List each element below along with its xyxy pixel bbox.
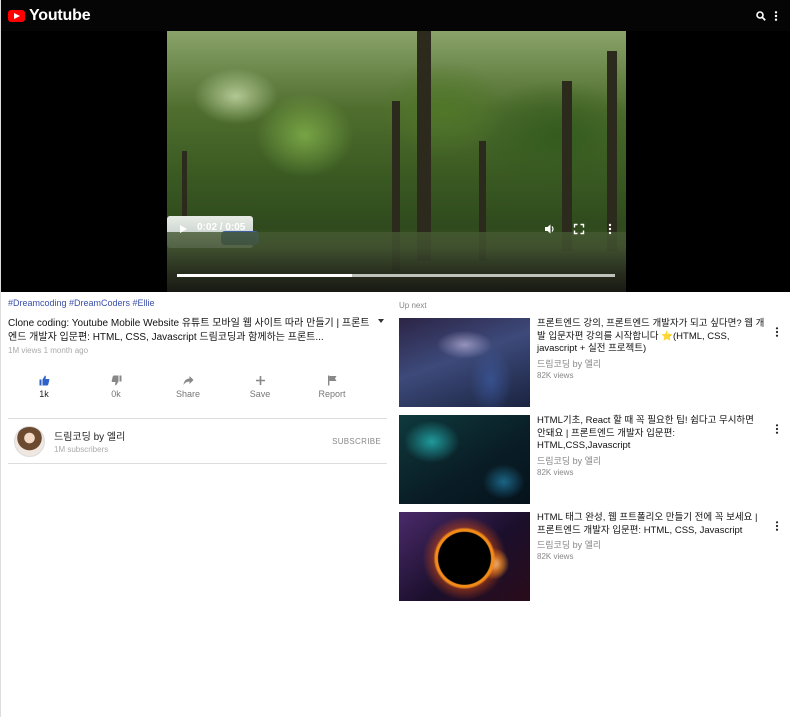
report-button[interactable]: Report: [296, 375, 368, 407]
more-vert-icon[interactable]: [771, 10, 781, 22]
avatar[interactable]: [14, 425, 45, 457]
action-bar: 1k 0k Share Save Report: [8, 375, 387, 407]
thumb-down-icon: [111, 375, 121, 386]
video-info: #Dreamcoding #DreamCoders #Ellie Clone c…: [8, 298, 387, 464]
video-thumbnail[interactable]: [399, 512, 530, 601]
hashtags[interactable]: #Dreamcoding #DreamCoders #Ellie: [8, 298, 387, 308]
video-thumbnail[interactable]: [399, 318, 530, 407]
item-title[interactable]: HTML 태그 완성, 웹 프트폴리오 만들기 전에 꼭 보세요 | 프론트엔드…: [537, 512, 765, 537]
fullscreen-icon[interactable]: [573, 222, 585, 235]
item-text: HTML 태그 완성, 웹 프트폴리오 만들기 전에 꼭 보세요 | 프론트엔드…: [537, 512, 765, 601]
item-title[interactable]: 프론트엔드 강의, 프론트엔드 개발자가 되고 싶다면? 웹 개발 입문자편 강…: [537, 318, 765, 356]
share-icon: [183, 376, 193, 385]
list-item[interactable]: 프론트엔드 강의, 프론트엔드 개발자가 되고 싶다면? 웹 개발 입문자편 강…: [399, 318, 784, 407]
channel-subscribers: 1M subscribers: [54, 445, 109, 454]
plus-icon: [255, 376, 265, 385]
progress-bar[interactable]: [177, 274, 615, 277]
progress-fill: [177, 274, 353, 277]
chevron-down-icon[interactable]: [378, 319, 384, 323]
video-meta: 1M views 1 month ago: [8, 346, 89, 355]
item-channel: 드림코딩 by 엘리: [537, 455, 602, 466]
more-vert-icon[interactable]: [775, 518, 779, 601]
player-more-vert-icon[interactable]: [608, 222, 620, 235]
app-title: Youtube: [29, 6, 91, 24]
item-channel: 드림코딩 by 엘리: [537, 358, 602, 369]
channel-row: 드림코딩 by 엘리 1M subscribers SUBSCRIBE: [8, 418, 387, 464]
thumb-up-icon: [39, 375, 49, 386]
channel-text: 드림코딩 by 엘리 1M subscribers: [54, 428, 125, 454]
item-views: 82K views: [537, 552, 574, 562]
like-button[interactable]: 1k: [8, 375, 80, 407]
video-player[interactable]: 0:02 / 0:05: [1, 31, 790, 292]
item-channel: 드림코딩 by 엘리: [537, 540, 602, 551]
channel-name[interactable]: 드림코딩 by 엘리: [54, 428, 125, 443]
list-item[interactable]: HTML기초, React 할 때 꼭 필요한 팁! 쉽다고 무시하면 안돼요 …: [399, 415, 784, 504]
volume-icon[interactable]: [544, 222, 556, 234]
top-header: Youtube: [1, 0, 790, 31]
logo[interactable]: Youtube: [8, 6, 91, 25]
report-label: Report: [318, 389, 346, 399]
player-controls: [167, 248, 626, 292]
item-title[interactable]: HTML기초, React 할 때 꼭 필요한 팁! 쉽다고 무시하면 안돼요 …: [537, 415, 765, 453]
up-next: Up next 프론트엔드 강의, 프론트엔드 개발자가 되고 싶다면? 웹 개…: [399, 301, 784, 609]
flag-icon: [327, 375, 336, 386]
title-row: Clone coding: Youtube Mobile Website 유튜트…: [8, 317, 387, 344]
play-icon[interactable]: [179, 224, 189, 234]
dislike-button[interactable]: 0k: [80, 375, 152, 407]
list-item[interactable]: HTML 태그 완성, 웹 프트폴리오 만들기 전에 꼭 보세요 | 프론트엔드…: [399, 512, 784, 601]
item-text: 프론트엔드 강의, 프론트엔드 개발자가 되고 싶다면? 웹 개발 입문자편 강…: [537, 318, 765, 407]
item-text: HTML기초, React 할 때 꼭 필요한 팁! 쉽다고 무시하면 안돼요 …: [537, 415, 765, 504]
search-icon[interactable]: [756, 10, 766, 22]
video-frame[interactable]: 0:02 / 0:05: [167, 31, 626, 292]
item-views: 82K views: [537, 370, 574, 380]
video-thumbnail[interactable]: [399, 415, 530, 504]
more-vert-icon[interactable]: [775, 421, 779, 504]
up-next-label: Up next: [399, 301, 427, 310]
save-label: Save: [249, 389, 271, 399]
more-vert-icon[interactable]: [775, 324, 779, 407]
video-title: Clone coding: Youtube Mobile Website 유튜트…: [8, 318, 370, 343]
time-display: 0:02 / 0:05: [197, 222, 246, 233]
share-label: Share: [175, 389, 201, 399]
dislike-count: 0k: [111, 389, 121, 399]
like-count: 1k: [39, 389, 49, 399]
subscribe-button[interactable]: SUBSCRIBE: [332, 437, 381, 446]
share-button[interactable]: Share: [152, 375, 224, 407]
item-views: 82K views: [537, 467, 574, 477]
youtube-logo-icon: [8, 9, 25, 22]
header-actions: [756, 10, 781, 22]
save-button[interactable]: Save: [224, 375, 296, 407]
